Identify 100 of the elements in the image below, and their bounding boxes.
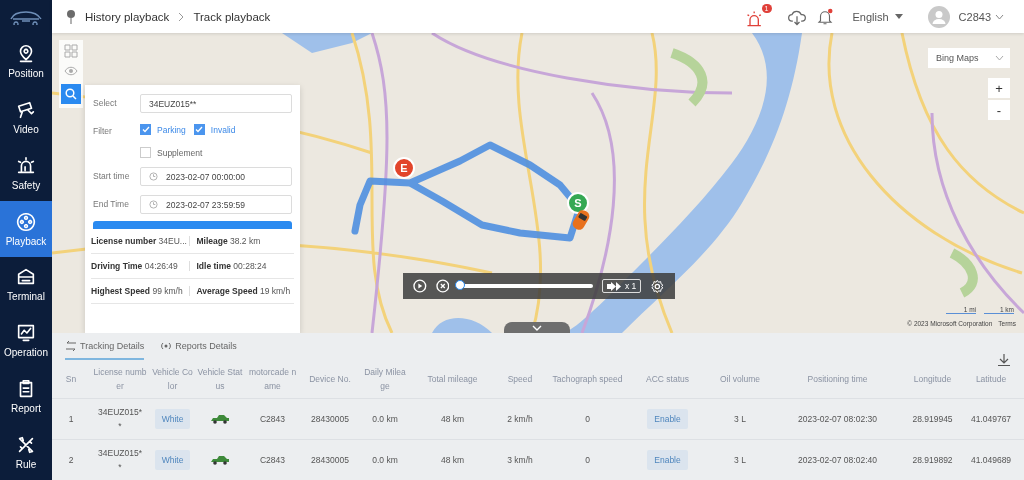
table-cell: C2843 <box>259 455 286 465</box>
sidebar-item[interactable]: Video <box>0 88 52 145</box>
playback-speed-button[interactable]: x 1 <box>602 279 642 293</box>
checkbox[interactable] <box>140 124 151 135</box>
checkbox-label: Invalid <box>210 124 236 135</box>
chevron-down-icon <box>995 13 1004 20</box>
column-header: Device No. <box>308 373 352 386</box>
field-label: Select <box>93 97 118 108</box>
acc-status-tag: Enable <box>647 450 688 470</box>
table-cell: 48 km <box>440 414 465 424</box>
user-menu[interactable]: C2843 <box>958 10 1004 23</box>
chevron-down-icon <box>532 324 542 331</box>
column-header: Vehicle Color <box>151 366 194 393</box>
table-cell: 28.919945 <box>912 414 953 424</box>
caret-down-icon <box>894 14 903 19</box>
column-header: motorcade name <box>247 366 298 393</box>
clock-icon <box>149 172 158 181</box>
checkbox[interactable] <box>140 147 151 158</box>
sidebar-item[interactable]: Position <box>0 33 52 89</box>
chevron-right-icon <box>178 11 185 22</box>
table-cell: 41.049767 <box>970 414 1012 424</box>
table-cell: 2 km/h <box>507 414 533 424</box>
sidebar-item[interactable]: Safety <box>0 144 52 201</box>
table-cell: 3 L <box>734 455 746 465</box>
checkbox-label: Supplement <box>157 147 203 158</box>
table-cell: 3 L <box>734 414 746 424</box>
column-header: Vehicle Status <box>196 366 244 393</box>
sidebar-item[interactable]: Terminal <box>0 256 52 313</box>
table-cell: 2023-02-07 08:02:40 <box>798 455 877 465</box>
table-cell: 3 km/h <box>507 455 533 465</box>
table-cell: 2 <box>68 455 74 465</box>
field-label: Start time <box>93 170 131 181</box>
field-label: End Time <box>93 198 130 209</box>
column-header: Tachograph speed <box>551 373 624 386</box>
table-cell-text: 34EUZ015** <box>98 447 142 474</box>
tab[interactable]: Reports Details <box>160 333 237 360</box>
stop-icon[interactable] <box>435 279 450 293</box>
breadcrumb-link[interactable]: History playback <box>85 10 170 23</box>
summary-item: Mileage 38.2 km <box>188 236 294 246</box>
summary-item: Idle time 00:28:24 <box>188 261 294 271</box>
fast-forward-icon <box>607 281 621 291</box>
column-header: License number <box>92 366 148 393</box>
download-icon[interactable] <box>998 354 1010 366</box>
table-cell: 48 km <box>440 455 465 465</box>
vehicle-color-tag: White <box>154 409 191 429</box>
column-header: Longitude <box>912 373 953 386</box>
eye-icon[interactable] <box>64 66 78 76</box>
breadcrumb-current: Track playback <box>193 10 271 23</box>
column-header: Daily Mileage <box>363 366 407 393</box>
table-cell: 28430005 <box>311 455 349 465</box>
car-logo-icon <box>9 8 43 25</box>
zoom-out-button[interactable]: - <box>988 100 1010 120</box>
summary-item: Highest Speed 99 km/h <box>91 286 184 296</box>
settings-icon[interactable] <box>650 278 665 294</box>
vehicle-select[interactable]: 34EUZ015** <box>140 94 292 113</box>
signal-icon <box>160 340 173 351</box>
sidebar-item[interactable]: Report <box>0 368 52 425</box>
table-cell: 28430005 <box>311 414 349 424</box>
table-cell-text: 34EUZ015** <box>98 406 142 433</box>
summary-item: Average Speed 19 km/h <box>188 286 294 296</box>
table-cell: 2023-02-07 08:02:30 <box>798 414 877 424</box>
clock-icon <box>149 200 158 209</box>
sidebar-item[interactable]: Rule <box>0 424 52 480</box>
checkbox[interactable] <box>193 124 205 135</box>
table-cell: 0.0 km <box>372 455 398 465</box>
column-header: Latitude <box>974 373 1008 386</box>
chevron-down-icon <box>995 55 1004 61</box>
summary-item: License number 34EU... <box>91 236 188 246</box>
column-header: Sn <box>64 373 78 386</box>
column-header: Total mileage <box>426 373 479 386</box>
column-header: Positioning time <box>806 373 869 386</box>
collapse-handle[interactable] <box>504 322 570 333</box>
table-cell: 0 <box>585 455 590 465</box>
table-cell: 1 <box>68 414 74 424</box>
car-icon <box>210 414 230 424</box>
field-label: Filter <box>93 125 113 136</box>
car-icon <box>210 455 230 465</box>
table-cell: 0.0 km <box>372 414 398 424</box>
search-icon <box>65 88 77 100</box>
progress-slider-thumb[interactable] <box>455 280 466 290</box>
language-select[interactable]: English <box>852 10 903 23</box>
bell-icon[interactable] <box>815 7 834 26</box>
table-cell: 28.919892 <box>912 455 953 465</box>
checkbox-label: Parking <box>157 124 186 135</box>
column-header: Speed <box>506 373 534 386</box>
datetime-field[interactable]: 2023-02-07 23:59:59 <box>140 195 292 214</box>
vehicle-color-tag: White <box>154 450 191 470</box>
column-header: ACC status <box>645 373 690 386</box>
table-cell: C2843 <box>259 414 286 424</box>
search-button[interactable] <box>61 84 81 104</box>
table-cell: 41.049689 <box>970 455 1012 465</box>
sidebar-item[interactable]: Playback <box>0 200 52 257</box>
play-icon[interactable] <box>413 279 427 293</box>
summary-item: Driving Time 04:26:49 <box>91 261 179 271</box>
map-layer-select[interactable]: Bing Maps <box>928 48 1010 68</box>
zoom-in-button[interactable]: + <box>988 78 1010 98</box>
datetime-field[interactable]: 2023-02-07 00:00:00 <box>140 167 292 186</box>
acc-status-tag: Enable <box>647 409 688 429</box>
tab[interactable]: Tracking Details <box>65 333 145 360</box>
sidebar-item[interactable]: Operation <box>0 312 52 369</box>
